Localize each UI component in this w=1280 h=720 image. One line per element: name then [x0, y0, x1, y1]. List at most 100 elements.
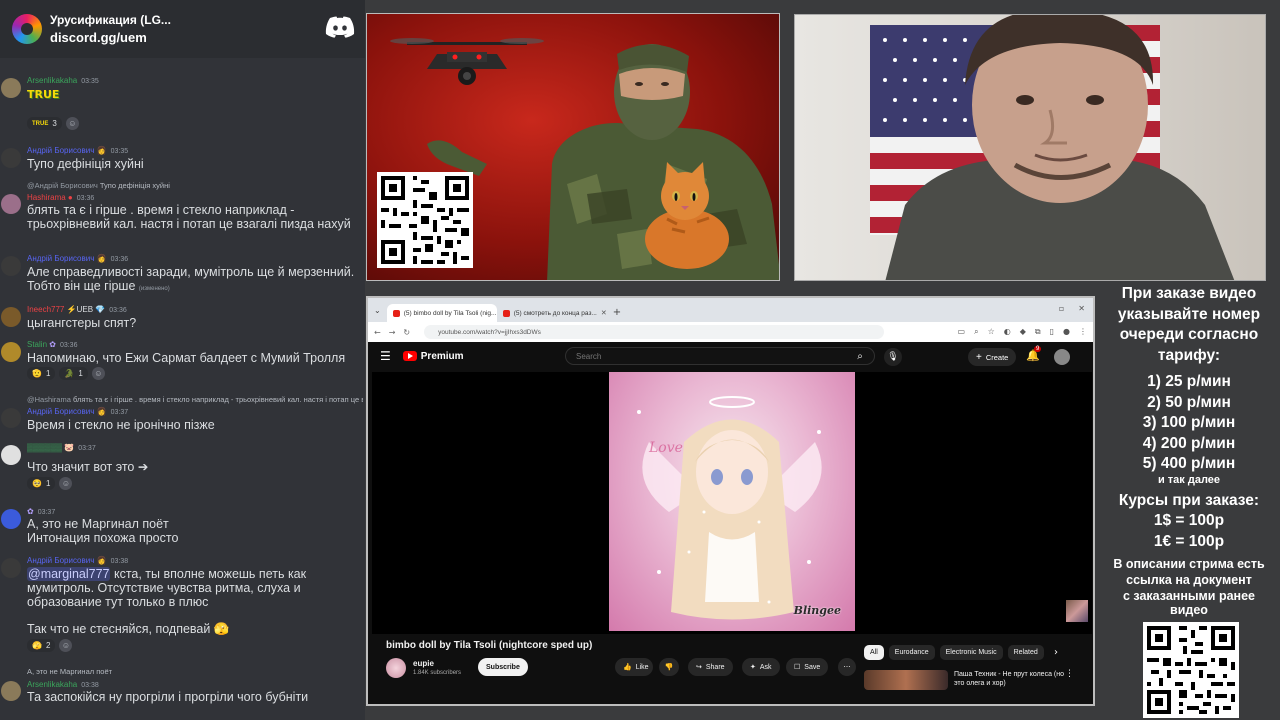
message-text: блять та є і гірше . время і стекло напр… — [27, 203, 351, 231]
tab-youtube-active[interactable]: (5) bimbo doll by Tila Tsoli (nig...✕ — [386, 304, 497, 322]
recommended-video-thumbnail[interactable] — [864, 670, 948, 690]
reload-icon[interactable]: ↻ — [403, 328, 410, 337]
add-reaction-icon[interactable]: ☺ — [65, 117, 79, 130]
document-qr-code[interactable] — [1143, 622, 1239, 718]
donation-qr-code[interactable] — [377, 172, 473, 268]
reaction[interactable]: 🥺 1 — [27, 477, 56, 490]
ask-button[interactable]: ✦ Ask — [742, 658, 780, 676]
subscribe-button[interactable]: Subscribe — [478, 658, 528, 676]
avatar — [1, 408, 21, 428]
menu-icon[interactable]: ⋮ — [1079, 327, 1087, 337]
tab-bar: ⌄ (5) bimbo doll by Tila Tsoli (nig...✕ … — [368, 298, 1093, 322]
server-name: Урусификация (LG... — [50, 13, 171, 27]
donation-art-panel — [366, 13, 780, 281]
rate-eur: 1€ = 100р — [1153, 532, 1225, 550]
chip-electronic-music[interactable]: Electronic Music — [939, 645, 1003, 660]
chip-eurodance[interactable]: Eurodance — [888, 645, 935, 660]
extension-icon-2[interactable]: ◆ — [1020, 327, 1026, 337]
dislike-button[interactable]: 👎 — [659, 658, 679, 676]
chip-all[interactable]: All — [864, 645, 884, 660]
reaction[interactable]: 🫣 2 — [27, 639, 56, 652]
avatar — [1, 445, 21, 465]
message-text: Так что не стесняйся, подпевай 🫣 — [27, 622, 230, 636]
description-line: ссылка на документ — [1126, 573, 1252, 587]
youtube-logo[interactable]: Premium — [402, 351, 464, 362]
message-author: Андрій Борисович — [27, 556, 95, 565]
server-invite-link[interactable]: discord.gg/uem — [50, 30, 171, 45]
message-time: 03:37 — [37, 509, 56, 516]
microphone-icon[interactable]: 🎙 — [884, 348, 902, 366]
close-icon[interactable]: ✕ — [601, 309, 607, 317]
reaction[interactable]: 🫡 1 — [27, 367, 56, 380]
message-text: @marginal777 кста, ты вполне можешь петь… — [27, 567, 307, 609]
avatar — [1, 78, 21, 98]
user-mention[interactable]: @marginal777 — [27, 567, 111, 581]
more-actions-icon[interactable]: ⋯ — [838, 658, 856, 676]
search-input[interactable] — [576, 351, 836, 361]
recommended-video-title[interactable]: Паша Техник - Не прут колеса (но это оле… — [954, 670, 1064, 688]
back-icon[interactable]: ← — [374, 328, 381, 337]
reaction[interactable]: 🐊 1 — [59, 367, 88, 380]
search-box: ⌕ — [565, 347, 875, 365]
message-time: 03:36 — [110, 256, 129, 263]
hamburger-menu-icon[interactable]: ☰ — [380, 349, 391, 363]
reply-preview[interactable]: @Hashirama блять та є і гірше . время і … — [27, 395, 363, 404]
true-emote: TRUE — [27, 88, 60, 101]
add-reaction-icon[interactable]: ☺ — [59, 477, 73, 490]
message-author: ▓▓▓▓▓▓ — [27, 443, 62, 452]
order-info-panel: При заказе видео указывайте номер очеред… — [1098, 284, 1280, 617]
bookmark-icon[interactable]: ☆ — [988, 327, 995, 337]
save-button[interactable]: ☐ Save — [786, 658, 829, 676]
forward-icon[interactable]: → — [389, 328, 396, 337]
miniplayer-thumbnail[interactable] — [1066, 600, 1088, 622]
message-time: 03:35 — [81, 78, 99, 85]
new-tab-icon[interactable]: + — [613, 307, 621, 318]
reply-preview[interactable]: А, это не Маргинал поёт — [27, 667, 363, 676]
like-button[interactable]: 👍 Like — [615, 658, 653, 676]
chevron-right-icon[interactable]: › — [1054, 647, 1058, 658]
extensions-icon[interactable]: ⧉ — [1035, 327, 1041, 337]
minimize-icon[interactable]: ▫ — [1059, 304, 1064, 313]
chip-related[interactable]: Related — [1007, 645, 1044, 660]
search-icon[interactable]: ⌕ — [846, 348, 874, 364]
avatar — [1, 681, 21, 701]
anime-angel-illustration: Love — [637, 396, 822, 620]
reply-preview[interactable]: @Андрій Борисович Тупо дефініція хуйні — [27, 181, 363, 190]
message-author: Stalin — [27, 340, 48, 349]
webcam-scene — [870, 15, 1235, 280]
message-author: Arsenlikakaha — [27, 76, 78, 85]
share-button[interactable]: ↪ Share — [688, 658, 733, 676]
youtube-favicon-icon — [392, 309, 400, 317]
tab-search-icon[interactable]: ⌄ — [374, 306, 381, 315]
zoom-icon[interactable]: ⌕ — [974, 327, 978, 337]
url-field[interactable]: youtube.com/watch?v=jjIhxs3dDWs — [424, 325, 885, 339]
tab-youtube-2[interactable]: (5) смотреть до конца раз... ✕ — [497, 304, 607, 322]
more-options-icon[interactable]: ⋮ — [1065, 669, 1074, 679]
message-time: 03:36 — [76, 195, 95, 202]
add-reaction-icon[interactable]: ☺ — [91, 367, 105, 380]
rate-usd: 1$ = 100р — [1153, 512, 1225, 529]
message-time: 03:35 — [110, 148, 129, 155]
add-reaction-icon[interactable]: ☺ — [59, 639, 73, 652]
channel-name[interactable]: eupie — [413, 659, 434, 668]
sidebar-icon[interactable]: ▯ — [1050, 327, 1054, 337]
extension-icon[interactable]: ◐ — [1004, 327, 1011, 337]
save-icon: ☐ — [794, 664, 801, 671]
create-button[interactable]: + Create — [968, 348, 1017, 366]
profile-icon[interactable]: ● — [1063, 327, 1070, 337]
description-line: В описании стрима есть — [1113, 557, 1265, 571]
channel-avatar[interactable] — [386, 658, 406, 678]
blingee-watermark: Blingee — [793, 604, 841, 617]
message-text: Что значит вот это ➔ — [27, 460, 149, 474]
avatar — [1, 558, 21, 578]
drone-icon — [390, 38, 544, 85]
reaction[interactable]: TRUE 3 — [27, 117, 62, 130]
video-player[interactable]: Love Blingee — [372, 372, 1092, 634]
message-time: 03:38 — [81, 682, 99, 689]
webcam-feed — [794, 14, 1266, 281]
tariff-4: 4) 200 р/мин — [1142, 434, 1236, 452]
cast-icon[interactable]: ▭ — [958, 327, 966, 337]
close-window-icon[interactable]: ✕ — [1078, 304, 1085, 313]
account-avatar[interactable] — [1054, 349, 1070, 365]
thumbs-up-icon: 👍 — [623, 664, 632, 671]
